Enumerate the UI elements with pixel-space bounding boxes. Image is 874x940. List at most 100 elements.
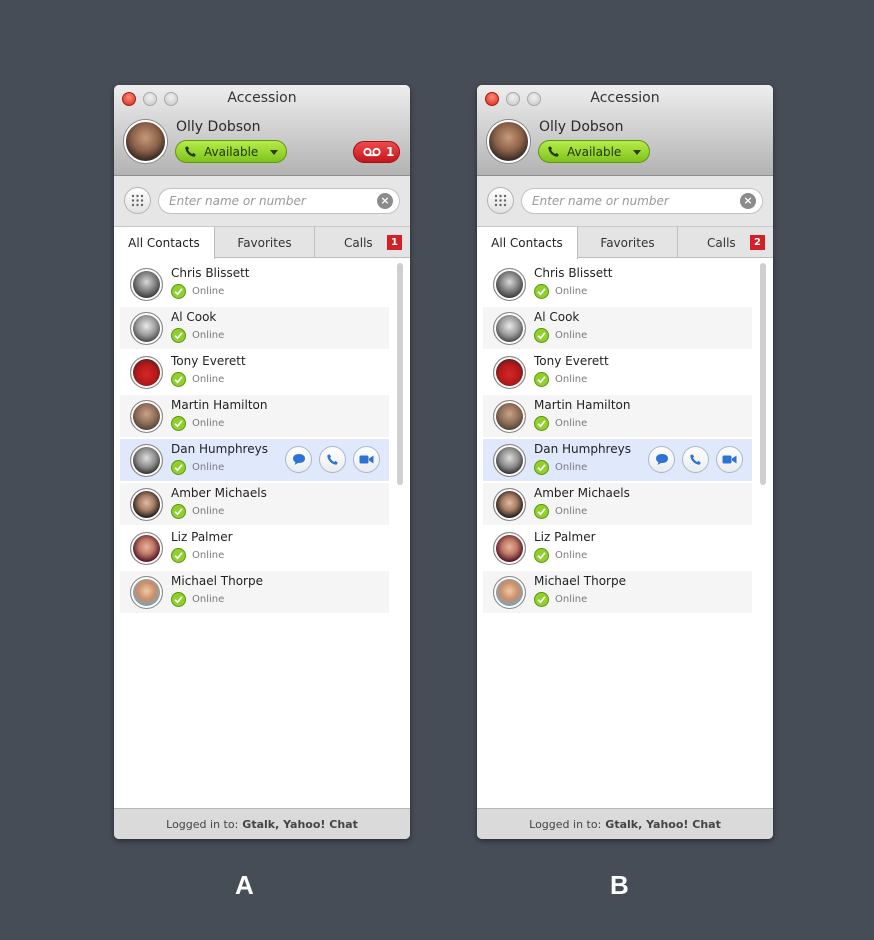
contact-name: Michael Thorpe (534, 574, 626, 588)
call-button[interactable] (319, 446, 346, 473)
avatar (493, 576, 526, 609)
avatar (493, 356, 526, 389)
contact-name: Liz Palmer (171, 530, 233, 544)
list-item[interactable]: Dan Humphreys Online (483, 439, 752, 481)
contact-list: Chris Blissett Online Al Cook Online Ton… (114, 259, 410, 808)
status-dropdown[interactable]: Available (175, 140, 287, 163)
checkmark-icon (534, 460, 549, 475)
contact-status-text: Online (192, 330, 225, 341)
search-input[interactable] (158, 188, 400, 214)
phone-icon (690, 454, 701, 465)
contact-status-text: Online (192, 286, 225, 297)
tab-calls[interactable]: Calls 2 (678, 227, 773, 258)
contact-status-text: Online (192, 506, 225, 517)
user-avatar[interactable] (487, 120, 530, 163)
avatar (493, 532, 526, 565)
chat-button[interactable] (285, 446, 312, 473)
list-item[interactable]: Michael Thorpe Online (483, 571, 752, 613)
footer-label: Logged in to: (166, 817, 239, 831)
tab-bar: All Contacts Favorites Calls 1 (114, 227, 410, 259)
checkmark-icon (534, 372, 549, 387)
search-input[interactable] (521, 188, 763, 214)
checkmark-icon (534, 328, 549, 343)
list-item[interactable]: Chris Blissett Online (120, 263, 389, 305)
contact-status: Online (171, 328, 224, 343)
status-dropdown[interactable]: Available (538, 140, 650, 163)
checkmark-icon (171, 328, 186, 343)
list-item[interactable]: Dan Humphreys Online (120, 439, 389, 481)
contact-status-text: Online (192, 374, 225, 385)
tab-calls[interactable]: Calls 1 (315, 227, 410, 258)
tab-label: Favorites (600, 235, 655, 250)
contact-name: Dan Humphreys (534, 442, 631, 456)
avatar (130, 312, 163, 345)
contact-name: Martin Hamilton (534, 398, 631, 412)
contact-name: Michael Thorpe (171, 574, 263, 588)
contact-status: Online (171, 372, 224, 387)
contact-actions (648, 446, 743, 473)
contact-status-text: Online (555, 594, 588, 605)
scrollbar[interactable] (397, 263, 403, 485)
list-item[interactable]: Chris Blissett Online (483, 263, 752, 305)
contact-status: Online (534, 416, 587, 431)
tab-all-contacts[interactable]: All Contacts (477, 227, 578, 259)
list-item[interactable]: Martin Hamilton Online (120, 395, 389, 437)
status-label: Available (204, 144, 259, 159)
avatar (130, 268, 163, 301)
window-header: Accession Olly Dobson Available (477, 85, 773, 176)
list-item[interactable]: Martin Hamilton Online (483, 395, 752, 437)
contact-status-text: Online (555, 286, 588, 297)
dialpad-icon (131, 194, 144, 207)
tab-favorites[interactable]: Favorites (578, 227, 678, 258)
contact-name: Chris Blissett (171, 266, 250, 280)
contact-status: Online (534, 548, 587, 563)
list-item[interactable]: Tony Everett Online (120, 351, 389, 393)
contact-actions (285, 446, 380, 473)
footer-status: Logged in to: Gtalk, Yahoo! Chat (114, 808, 410, 839)
list-item[interactable]: Amber Michaels Online (483, 483, 752, 525)
dialpad-button[interactable] (124, 187, 151, 214)
logged-in-accounts: Gtalk, Yahoo! Chat (605, 817, 721, 831)
video-call-button[interactable] (716, 446, 743, 473)
scrollbar[interactable] (760, 263, 766, 485)
contact-name: Chris Blissett (534, 266, 613, 280)
list-item[interactable]: Liz Palmer Online (120, 527, 389, 569)
contact-status: Online (171, 592, 224, 607)
contact-list: Chris Blissett Online Al Cook Online Ton… (477, 259, 773, 808)
contact-name: Amber Michaels (171, 486, 267, 500)
contact-name: Dan Humphreys (171, 442, 268, 456)
missed-calls-badge: 2 (750, 235, 765, 250)
list-item[interactable]: Michael Thorpe Online (120, 571, 389, 613)
dialpad-button[interactable] (487, 187, 514, 214)
contact-name: Tony Everett (534, 354, 609, 368)
chat-button[interactable] (648, 446, 675, 473)
tab-all-contacts[interactable]: All Contacts (114, 227, 215, 259)
checkmark-icon (534, 592, 549, 607)
list-item[interactable]: Al Cook Online (120, 307, 389, 349)
avatar (130, 576, 163, 609)
contact-status-text: Online (555, 330, 588, 341)
contact-status: Online (534, 328, 587, 343)
contact-name: Martin Hamilton (171, 398, 268, 412)
tab-favorites[interactable]: Favorites (215, 227, 315, 258)
checkmark-icon (171, 416, 186, 431)
clear-icon[interactable]: × (377, 193, 393, 209)
list-item[interactable]: Amber Michaels Online (120, 483, 389, 525)
contact-status-text: Online (555, 506, 588, 517)
contact-name: Tony Everett (171, 354, 246, 368)
user-name: Olly Dobson (539, 119, 624, 135)
user-avatar[interactable] (124, 120, 167, 163)
contact-status-text: Online (555, 550, 588, 561)
contact-status: Online (534, 460, 587, 475)
voicemail-badge[interactable]: 1 (353, 141, 400, 163)
clear-icon[interactable]: × (740, 193, 756, 209)
contact-status: Online (171, 416, 224, 431)
logged-in-accounts: Gtalk, Yahoo! Chat (242, 817, 358, 831)
checkmark-icon (171, 504, 186, 519)
call-button[interactable] (682, 446, 709, 473)
list-item[interactable]: Al Cook Online (483, 307, 752, 349)
list-item[interactable]: Liz Palmer Online (483, 527, 752, 569)
video-call-button[interactable] (353, 446, 380, 473)
list-item[interactable]: Tony Everett Online (483, 351, 752, 393)
avatar (130, 532, 163, 565)
